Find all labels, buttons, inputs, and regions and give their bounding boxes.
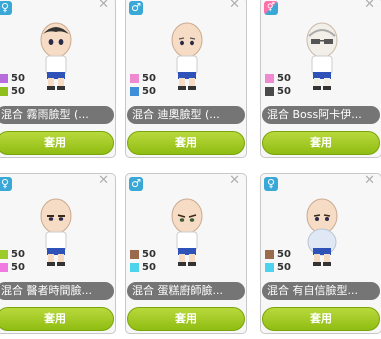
close-icon[interactable]: ✕ bbox=[364, 0, 375, 12]
color-swatch bbox=[0, 86, 8, 96]
color-swatch bbox=[0, 73, 8, 83]
color-swatch bbox=[0, 249, 8, 259]
face-card-2: ♂ ✕ 50 50 混合 迪奧臉型 (... 套用 bbox=[125, 0, 247, 158]
ratio-value: 50 bbox=[142, 86, 156, 97]
color-ratio-2: 50 bbox=[0, 86, 25, 97]
ratio-value: 50 bbox=[277, 86, 291, 97]
color-swatch bbox=[130, 249, 139, 259]
ratio-value: 50 bbox=[142, 262, 156, 273]
color-swatch bbox=[130, 262, 139, 272]
close-icon[interactable]: ✕ bbox=[229, 0, 240, 12]
ratio-value: 50 bbox=[11, 73, 25, 84]
color-ratio-1: 50 bbox=[0, 73, 25, 84]
color-ratio-1: 50 bbox=[265, 249, 291, 260]
face-name: 混合 醫者時間臉... bbox=[0, 282, 114, 300]
face-card-5: ♂ ✕ 50 50 混合 蛋糕廚師臉... 套用 bbox=[125, 173, 247, 334]
avatar-preview bbox=[306, 22, 338, 90]
apply-button[interactable]: 套用 bbox=[0, 131, 114, 155]
face-name: 混合 蛋糕廚師臉... bbox=[127, 282, 245, 300]
color-swatch bbox=[130, 73, 139, 83]
face-card-1: ♀ ✕ 50 50 混合 霧雨臉型 (... 套用 bbox=[0, 0, 116, 158]
close-icon[interactable]: ✕ bbox=[98, 174, 109, 188]
avatar-preview bbox=[171, 198, 203, 266]
color-ratio-2: 50 bbox=[0, 262, 25, 273]
color-ratio-1: 50 bbox=[130, 73, 156, 84]
ratio-value: 50 bbox=[11, 86, 25, 97]
ratio-value: 50 bbox=[11, 262, 25, 273]
gender-icon: ♀ bbox=[264, 177, 278, 191]
close-icon[interactable]: ✕ bbox=[229, 174, 240, 188]
color-swatch bbox=[265, 73, 274, 83]
close-icon[interactable]: ✕ bbox=[364, 174, 375, 188]
ratio-value: 50 bbox=[142, 73, 156, 84]
gender-icon: ♂ bbox=[129, 177, 143, 191]
gender-icon: ♂ bbox=[129, 1, 143, 15]
color-swatch bbox=[0, 262, 8, 272]
color-ratio-2: 50 bbox=[130, 86, 156, 97]
avatar-preview bbox=[40, 22, 72, 90]
ratio-value: 50 bbox=[277, 73, 291, 84]
color-ratio-1: 50 bbox=[265, 73, 291, 84]
face-name: 混合 霧雨臉型 (... bbox=[0, 106, 114, 124]
apply-button[interactable]: 套用 bbox=[0, 307, 114, 331]
gender-icon: ⚥ bbox=[264, 1, 278, 15]
ratio-value: 50 bbox=[277, 262, 291, 273]
color-swatch bbox=[265, 86, 274, 96]
color-swatch bbox=[265, 262, 274, 272]
color-ratio-2: 50 bbox=[265, 86, 291, 97]
apply-button[interactable]: 套用 bbox=[127, 131, 245, 155]
face-name: 混合 Boss阿卡伊... bbox=[262, 106, 380, 124]
color-swatch bbox=[265, 249, 274, 259]
face-card-3: ⚥ ✕ 50 50 混合 Boss阿卡伊... 套用 bbox=[260, 0, 381, 158]
color-ratio-2: 50 bbox=[265, 262, 291, 273]
color-ratio-2: 50 bbox=[130, 262, 156, 273]
gender-icon: ♀ bbox=[0, 177, 12, 191]
ratio-value: 50 bbox=[277, 249, 291, 260]
face-card-4: ♀ ✕ 50 50 混合 醫者時間臉... 套用 bbox=[0, 173, 116, 334]
avatar-preview bbox=[306, 198, 338, 266]
apply-button[interactable]: 套用 bbox=[262, 307, 380, 331]
avatar-preview bbox=[171, 22, 203, 90]
ratio-value: 50 bbox=[11, 249, 25, 260]
color-ratio-1: 50 bbox=[130, 249, 156, 260]
apply-button[interactable]: 套用 bbox=[127, 307, 245, 331]
apply-button[interactable]: 套用 bbox=[262, 131, 380, 155]
face-card-6: ♀ ✕ 50 50 混合 有自信臉型... 套用 bbox=[260, 173, 381, 334]
face-name: 混合 有自信臉型... bbox=[262, 282, 380, 300]
color-ratio-1: 50 bbox=[0, 249, 25, 260]
avatar-preview bbox=[40, 198, 72, 266]
face-name: 混合 迪奧臉型 (... bbox=[127, 106, 245, 124]
close-icon[interactable]: ✕ bbox=[98, 0, 109, 12]
gender-icon: ♀ bbox=[0, 1, 12, 15]
ratio-value: 50 bbox=[142, 249, 156, 260]
color-swatch bbox=[130, 86, 139, 96]
